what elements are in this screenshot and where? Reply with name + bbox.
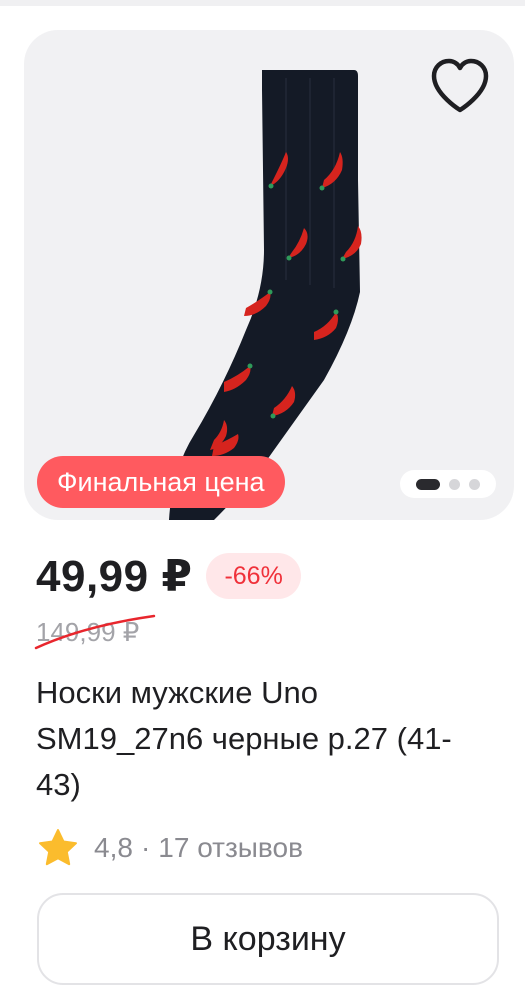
carousel-dot	[449, 478, 460, 490]
final-price-badge: Финальная цена	[37, 456, 285, 508]
old-price: 149,99 ₽	[36, 617, 140, 647]
current-price: 49,99 ₽	[36, 551, 193, 601]
rating-separator: ·	[140, 832, 151, 863]
add-to-cart-button[interactable]: В корзину	[37, 893, 499, 985]
reviews-count[interactable]: 17 отзывов	[158, 832, 303, 864]
carousel-indicator	[400, 470, 496, 498]
rating-row[interactable]: 4,8 · 17 отзывов	[36, 826, 303, 870]
old-price-wrap: 149,99 ₽	[34, 612, 156, 652]
price-row: 49,99 ₽ -66%	[36, 546, 301, 606]
product-title[interactable]: Носки мужские Uno SM19_27n6 черные р.27 …	[36, 670, 476, 808]
heart-outline-icon	[431, 58, 489, 113]
carousel-dot	[469, 478, 480, 490]
rating-value: 4,8	[94, 832, 133, 863]
favorite-button[interactable]	[424, 50, 496, 122]
star-icon	[36, 826, 80, 870]
product-image-gallery[interactable]: Финальная цена	[24, 30, 514, 520]
product-card[interactable]: Финальная цена 49,99 ₽ -66% 149,99 ₽ Нос…	[0, 6, 525, 1002]
carousel-dot-active	[416, 478, 440, 490]
discount-badge: -66%	[206, 553, 301, 599]
